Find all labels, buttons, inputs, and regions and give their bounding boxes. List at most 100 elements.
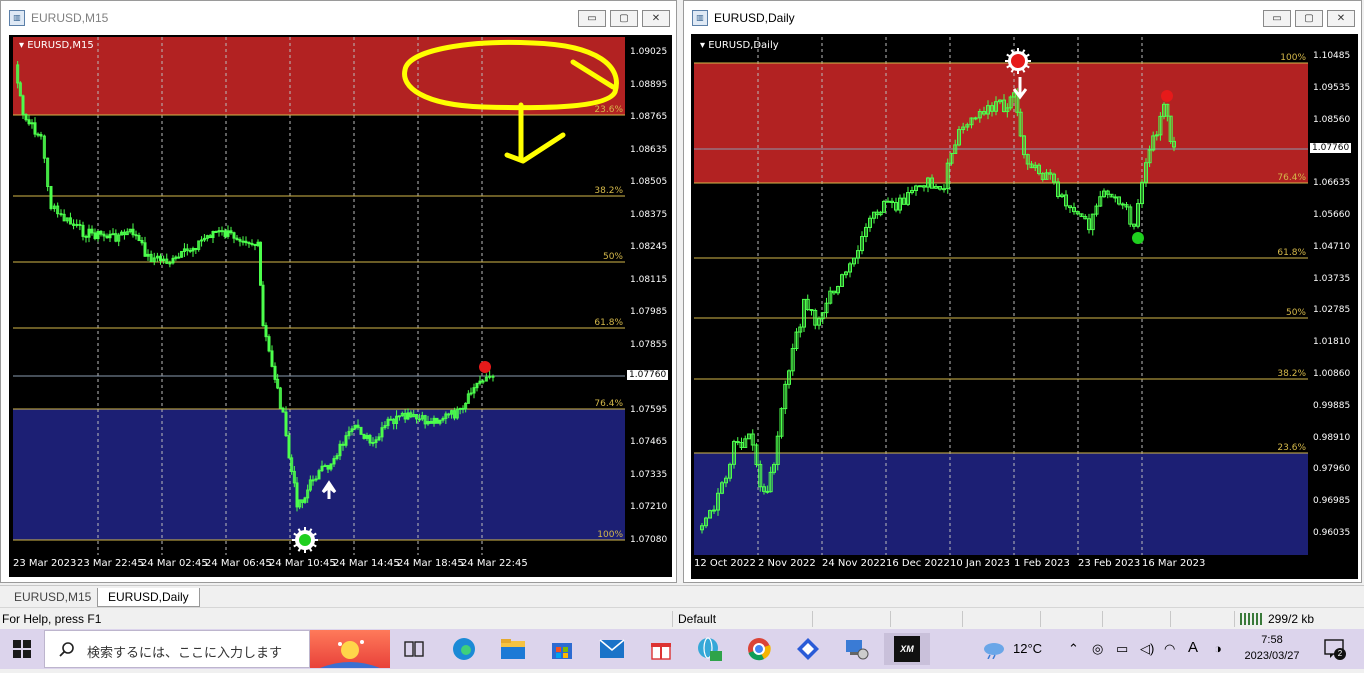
edge-browser-icon[interactable] — [448, 633, 480, 665]
profile-name: Default — [678, 612, 717, 626]
fib-level-label: 76.4% — [594, 399, 623, 409]
fib-level-label: 100% — [597, 530, 623, 540]
time-tick-label: 24 Mar 06:45 — [205, 558, 272, 569]
candle-body — [371, 442, 375, 445]
status-divider — [890, 611, 891, 627]
candle-body — [735, 441, 740, 444]
candle-body — [36, 133, 40, 136]
price-tick-label: 1.08560 — [1313, 114, 1351, 125]
price-chart[interactable]: 100% 76.4% 61.8% 50% 38.2% 23.6% ▾ EURUSD,Dai… — [694, 37, 1308, 555]
tab-eurusd-daily[interactable]: EURUSD,Daily — [97, 588, 200, 607]
wifi-icon[interactable]: ◠ — [1164, 641, 1175, 657]
clock-date: 2023/03/27 — [1244, 650, 1300, 662]
candle-body — [886, 200, 890, 203]
time-axis[interactable]: 23 Mar 2023 23 Mar 22:45 24 Mar 02:45 24 Ma… — [13, 555, 625, 573]
minimize-button[interactable]: ▭ — [1263, 10, 1291, 27]
chrome-icon[interactable] — [743, 633, 775, 665]
price-axis[interactable]: 1.10485 1.09535 1.08560 1.07760 1.06635 1.056… — [1308, 37, 1357, 555]
minimize-button[interactable]: ▭ — [578, 10, 606, 27]
xm-logo-icon: XM — [894, 636, 920, 662]
app-globe-icon[interactable] — [693, 633, 725, 665]
xm-terminal-icon[interactable]: XM — [884, 633, 930, 665]
store-icon[interactable] — [546, 633, 578, 665]
time-tick-label: 24 Mar 22:45 — [461, 558, 528, 569]
candle-body — [458, 407, 462, 410]
price-tick-label: 1.07595 — [630, 404, 668, 415]
app-diamond-icon[interactable] — [792, 633, 824, 665]
ime-indicator[interactable]: A — [1188, 639, 1198, 656]
search-highlight-icon[interactable] — [310, 630, 390, 668]
symbol-label-text: EURUSD,M15 — [27, 40, 94, 51]
window-title: EURUSD,M15 — [31, 11, 109, 25]
fib-level-label: 100% — [1280, 53, 1306, 63]
candle-body — [942, 188, 946, 191]
buy-signal-dot — [1132, 232, 1144, 244]
chart-window-m15[interactable]: ▥ EURUSD,M15 ▭ ▢ ✕ 23.6% 38.2% 50% 61.8% 76.… — [0, 0, 677, 583]
time-tick-label: 1 Feb 2023 — [1014, 558, 1070, 569]
price-tick-label: 1.07855 — [630, 339, 668, 350]
price-tick-label: 1.07335 — [630, 469, 668, 480]
time-tick-label: 24 Mar 14:45 — [333, 558, 400, 569]
search-icon — [59, 642, 74, 657]
windows-start-icon[interactable] — [6, 633, 38, 665]
volume-icon[interactable]: ◁) — [1140, 641, 1154, 657]
clock[interactable]: 7:58 2023/03/27 — [1232, 632, 1312, 664]
resistance-zone — [13, 37, 625, 115]
price-axis[interactable]: 1.09025 1.08895 1.08765 1.08635 1.08505 1.083… — [625, 37, 670, 555]
candle-body — [177, 256, 181, 259]
chart-window-icon: ▥ — [9, 10, 25, 26]
tab-eurusd-m15[interactable]: EURUSD,M15 — [4, 588, 101, 607]
price-tick-label: 1.09025 — [630, 47, 668, 57]
status-bar: For Help, press F1 Default 299/2 kb — [0, 607, 1364, 629]
time-tick-label: 10 Jan 2023 — [950, 558, 1010, 569]
time-axis[interactable]: 12 Oct 2022 2 Nov 2022 24 Nov 2022 16 Dec 2… — [694, 555, 1308, 573]
close-button[interactable]: ✕ — [642, 10, 670, 27]
time-tick-label: 24 Mar 18:45 — [397, 558, 464, 569]
candle-body — [311, 479, 315, 482]
price-tick-label: 1.08245 — [630, 242, 668, 252]
weather-icon[interactable] — [982, 639, 1006, 664]
task-view-icon[interactable] — [398, 633, 430, 665]
maximize-button[interactable]: ▢ — [610, 10, 638, 27]
price-tick-label: 1.00860 — [1313, 369, 1351, 379]
time-tick-label: 16 Mar 2023 — [1142, 558, 1206, 569]
chevron-up-icon[interactable]: ⌃ — [1068, 641, 1079, 657]
clock-time: 7:58 — [1261, 634, 1283, 646]
price-chart[interactable]: 23.6% 38.2% 50% 61.8% 76.4% 100% ▾ EURUSD,M15 — [13, 37, 625, 555]
title-bar[interactable]: ▥ EURUSD,M15 ▭ ▢ ✕ — [1, 1, 676, 35]
time-tick-label: 23 Mar 2023 — [13, 558, 77, 569]
status-divider — [962, 611, 963, 627]
fib-level-label: 38.2% — [594, 186, 623, 196]
maximize-button[interactable]: ▢ — [1295, 10, 1323, 27]
network-app-icon[interactable] — [841, 633, 873, 665]
status-divider — [1170, 611, 1171, 627]
fib-level-label: 23.6% — [1277, 443, 1306, 453]
fib-level-label: 61.8% — [594, 318, 623, 328]
symbol-label: ▾ EURUSD,Daily — [700, 40, 779, 51]
symbol-label: ▾ EURUSD,M15 — [19, 40, 94, 51]
price-tick-label: 1.05660 — [1313, 210, 1351, 220]
sell-signal-dot — [1011, 54, 1025, 68]
temperature-text[interactable]: 12°C — [1013, 641, 1042, 656]
chart-window-daily[interactable]: ▥ EURUSD,Daily ▭ ▢ ✕ 100% 76.4% 61.8% 50% 38… — [683, 0, 1362, 583]
candle-body — [75, 223, 79, 226]
candle-body — [491, 375, 495, 378]
gift-icon[interactable] — [645, 633, 677, 665]
candle-body — [59, 213, 63, 216]
candle-body — [389, 418, 393, 421]
search-box[interactable]: 検索するには、ここに入力します — [44, 630, 310, 668]
candle-body — [1120, 203, 1125, 206]
candle-body — [78, 223, 82, 226]
file-explorer-icon[interactable] — [497, 633, 529, 665]
price-tick-label: 1.06635 — [1313, 178, 1351, 189]
price-tick-label: 1.07465 — [630, 437, 668, 447]
candle-body — [194, 247, 198, 250]
price-tick-label: 0.97960 — [1313, 464, 1351, 475]
battery-icon[interactable]: ▭ — [1116, 641, 1128, 657]
webcam-icon[interactable]: ◎ — [1092, 641, 1103, 657]
title-bar[interactable]: ▥ EURUSD,Daily ▭ ▢ ✕ — [684, 1, 1361, 35]
shield-icon[interactable]: ◑ — [1214, 641, 1222, 656]
notification-icon[interactable]: 2 — [1324, 639, 1346, 660]
close-button[interactable]: ✕ — [1327, 10, 1355, 27]
mail-icon[interactable] — [596, 633, 628, 665]
